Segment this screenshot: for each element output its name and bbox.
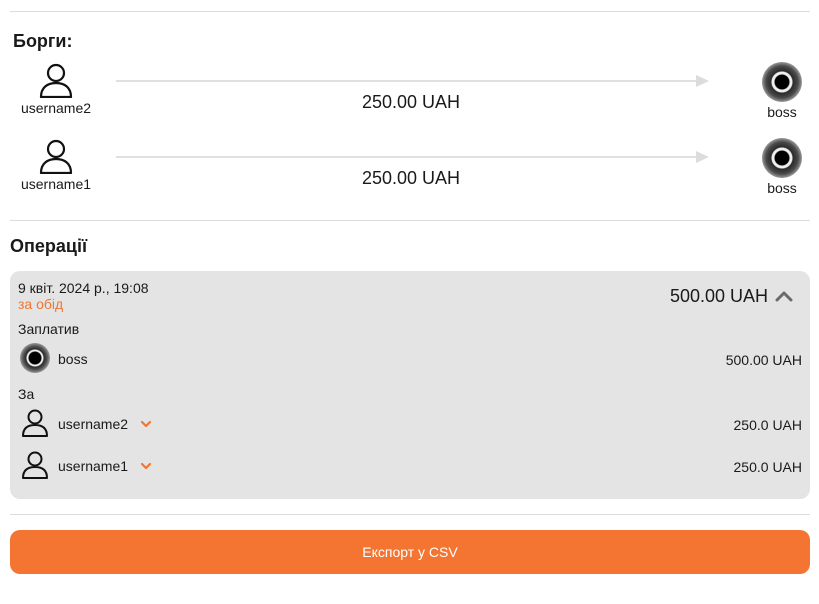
participant-row: username1 250.0 UAH: [18, 450, 802, 482]
operation-description: за обід: [18, 296, 64, 312]
chevron-down-icon[interactable]: [140, 462, 152, 470]
participant-name: username1: [58, 458, 129, 474]
operation-total: 500.00 UAH: [669, 286, 768, 306]
payer-row: boss 500.00 UAH: [18, 343, 802, 375]
arrow-right-icon: [696, 75, 709, 87]
participant-amount: 250.0 UAH: [733, 459, 802, 475]
debt-row: username1 250.00 UAH boss: [10, 138, 810, 204]
debt-arrow-line: [116, 80, 696, 82]
operations-title: Операції: [10, 236, 88, 256]
debt-from-name: username1: [20, 176, 92, 192]
debt-amount: 250.00 UAH: [361, 168, 461, 188]
debt-from-name: username2: [20, 100, 92, 116]
user-icon: [22, 409, 48, 437]
debt-to-name: boss: [767, 180, 797, 196]
participant-name: username2: [58, 416, 129, 432]
arrow-right-icon: [696, 151, 709, 163]
boss-avatar: [762, 138, 802, 178]
for-label: За: [18, 386, 35, 402]
debt-from-user: username1: [10, 138, 102, 192]
top-divider: [10, 11, 810, 12]
payer-name: boss: [58, 351, 88, 367]
payer-amount: 500.00 UAH: [725, 352, 802, 368]
participant-amount: 250.0 UAH: [733, 417, 802, 433]
chevron-down-icon[interactable]: [140, 420, 152, 428]
user-icon: [22, 451, 48, 479]
debt-row: username2 250.00 UAH boss: [10, 62, 810, 128]
boss-avatar: [762, 62, 802, 102]
debts-title: Борги:: [13, 31, 73, 51]
debt-from-user: username2: [10, 62, 102, 116]
user-icon: [39, 139, 73, 174]
operation-card[interactable]: 9 квіт. 2024 р., 19:08 за обід 500.00 UA…: [10, 271, 810, 499]
debt-to-user: boss: [754, 138, 810, 196]
operation-date: 9 квіт. 2024 р., 19:08: [18, 280, 149, 296]
paid-label: Заплатив: [18, 321, 80, 337]
bottom-divider: [10, 514, 810, 515]
export-csv-button[interactable]: Експорт у CSV: [10, 530, 810, 574]
boss-avatar: [20, 343, 50, 373]
debt-to-name: boss: [767, 104, 797, 120]
chevron-up-icon[interactable]: [774, 288, 794, 304]
section-divider: [10, 220, 810, 221]
user-icon: [39, 63, 73, 98]
debt-to-user: boss: [754, 62, 810, 120]
debt-amount: 250.00 UAH: [361, 92, 461, 112]
debt-arrow-line: [116, 156, 696, 158]
participant-row: username2 250.0 UAH: [18, 408, 802, 440]
